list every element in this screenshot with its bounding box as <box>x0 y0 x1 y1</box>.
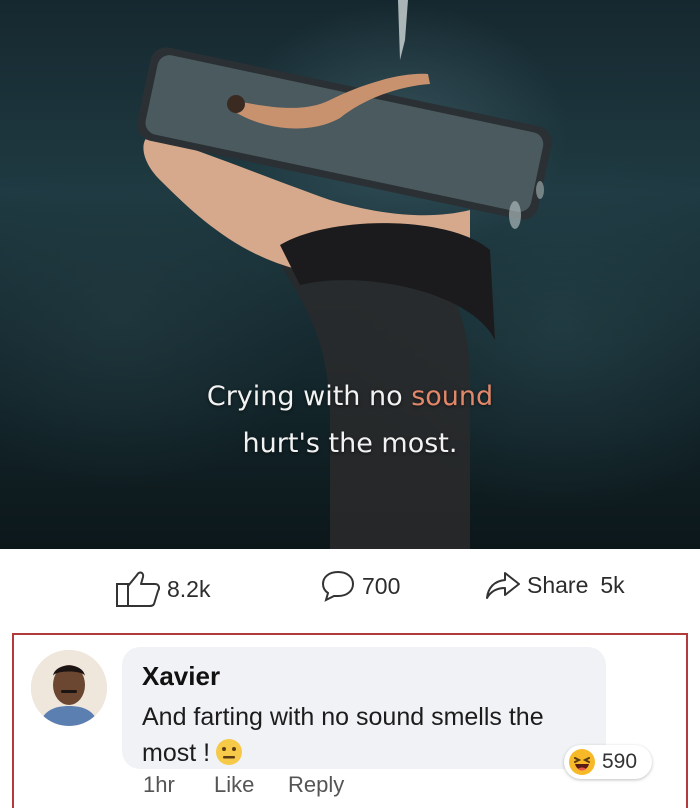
share-label: Share <box>527 571 589 598</box>
neutral-face-emoji-icon <box>214 737 244 767</box>
share-button[interactable]: Share 5k <box>485 569 625 601</box>
haha-reaction-icon <box>569 749 595 775</box>
caption-line-2: hurt's the most. <box>242 428 458 459</box>
comment-timestamp: 1hr <box>143 772 175 797</box>
user-photo <box>31 650 107 726</box>
avatar[interactable] <box>31 650 107 726</box>
hand-phone-illustration <box>136 0 552 549</box>
share-count: 5k <box>600 571 625 598</box>
comment-text: And farting with no sound smells the mos… <box>142 703 544 767</box>
caption-accent-word: sound <box>411 381 494 412</box>
reaction-summary[interactable]: 590 <box>564 745 652 779</box>
like-button[interactable]: 8.2k <box>115 569 210 609</box>
comment-button[interactable]: 700 <box>320 569 400 603</box>
share-arrow-icon <box>486 572 520 599</box>
comment-author[interactable]: Xavier <box>142 661 220 692</box>
like-count: 8.2k <box>167 575 211 602</box>
reaction-count: 590 <box>602 750 638 773</box>
comment-bubble-icon <box>321 570 355 602</box>
post-action-bar: 8.2k 700 Share 5k <box>0 549 700 619</box>
thumbs-up-icon <box>116 571 160 607</box>
comment-reply-button[interactable]: Reply <box>288 772 344 798</box>
comment-like-button[interactable]: Like <box>214 772 254 798</box>
caption-line-1: Crying with no sound <box>0 381 700 412</box>
comment-count: 700 <box>362 572 401 599</box>
caption-text: Crying with no <box>206 381 412 412</box>
post-image[interactable]: Crying with no sound hurt's the most. <box>0 0 700 549</box>
comment-text-wrap: And farting with no sound smells the mos… <box>142 699 602 771</box>
